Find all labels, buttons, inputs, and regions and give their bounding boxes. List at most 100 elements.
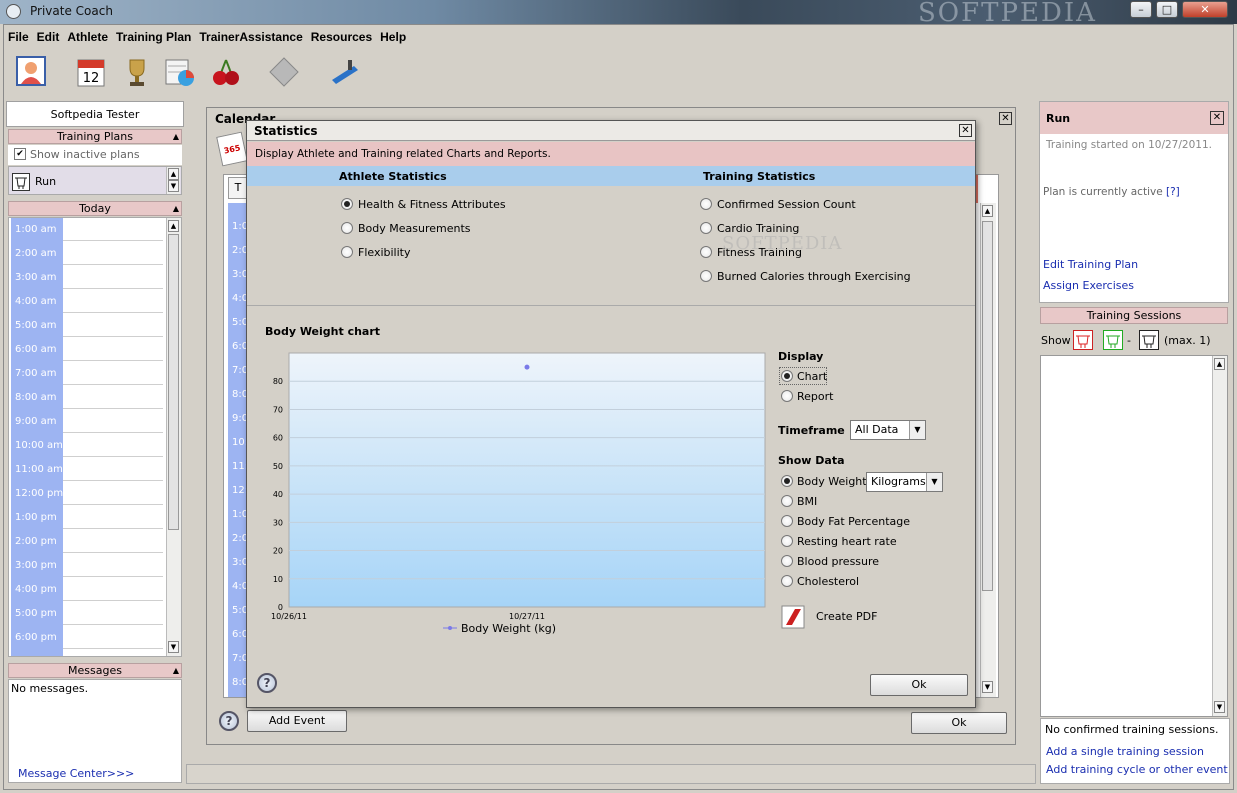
scroll-down-icon[interactable]: ▼ [168, 641, 179, 653]
body-fat-label: Body Fat Percentage [797, 515, 911, 528]
scroll-down-icon[interactable]: ▼ [168, 180, 179, 192]
menu-edit[interactable]: Edit [33, 27, 64, 44]
unit-select[interactable]: Kilograms ▼ [866, 472, 943, 492]
calendar-day: 12 [83, 71, 100, 86]
y-tick-label: 20 [273, 547, 283, 556]
y-tick-label: 50 [273, 462, 283, 471]
y-tick-label: 0 [278, 603, 283, 612]
burned-calories-label: Burned Calories through Exercising [717, 270, 911, 283]
plan-active-help-link[interactable]: [?] [1166, 186, 1180, 198]
body-weight-radio[interactable] [781, 475, 793, 487]
calendar-close-icon[interactable]: ✕ [999, 112, 1012, 125]
green-cart-icon[interactable] [1103, 330, 1123, 350]
flexibility-radio[interactable] [341, 246, 353, 258]
scroll-thumb[interactable] [982, 221, 993, 591]
time-label: 1:00 pm [15, 512, 57, 523]
red-cart-icon[interactable] [1073, 330, 1093, 350]
chevron-up-icon[interactable]: ▲ [173, 130, 179, 144]
menu-help[interactable]: Help [376, 27, 410, 44]
status-bar [186, 764, 1036, 784]
diamond-icon[interactable] [268, 56, 300, 88]
create-pdf-label[interactable]: Create PDF [816, 610, 877, 623]
add-event-button[interactable]: Add Event [247, 710, 347, 732]
menu-training-plan[interactable]: Training Plan [112, 27, 195, 44]
body-fat-radio[interactable] [781, 515, 793, 527]
burned-calories-radio[interactable] [700, 270, 712, 282]
scroll-up-icon[interactable]: ▲ [168, 168, 179, 180]
menu-trainer-assistance[interactable]: TrainerAssistance [195, 27, 306, 44]
timeframe-select[interactable]: All Data ▼ [850, 420, 926, 440]
calendar-tab[interactable]: T [228, 177, 248, 199]
blood-pressure-radio[interactable] [781, 555, 793, 567]
treadmill-icon[interactable] [328, 56, 360, 88]
health-fitness-radio[interactable] [341, 198, 353, 210]
statistics-dialog: Statistics ✕ Display Athlete and Trainin… [246, 120, 976, 708]
calendar-ok-button[interactable]: Ok [911, 712, 1007, 734]
cholesterol-radio[interactable] [781, 575, 793, 587]
assign-exercises-link[interactable]: Assign Exercises [1043, 279, 1134, 292]
report-radio[interactable] [781, 390, 793, 402]
calendar-icon[interactable]: 12 [76, 56, 108, 88]
scroll-down-icon[interactable]: ▼ [982, 681, 993, 693]
plan-close-icon[interactable]: ✕ [1210, 111, 1224, 125]
report-label: Report [797, 390, 834, 403]
black-cart-icon[interactable] [1139, 330, 1159, 350]
time-label: 10:00 am [15, 440, 63, 451]
y-tick-label: 40 [273, 490, 283, 499]
maximize-button[interactable]: □ [1156, 1, 1178, 18]
scroll-up-icon[interactable]: ▲ [1214, 358, 1225, 370]
show-inactive-checkbox[interactable]: ✔ [14, 148, 26, 160]
calendar-help-icon[interactable]: ? [219, 711, 239, 731]
sessions-list[interactable]: ▲ ▼ [1040, 355, 1228, 717]
add-training-cycle-link[interactable]: Add training cycle or other event [1046, 763, 1228, 776]
fitness-training-radio[interactable] [700, 246, 712, 258]
chevron-down-icon[interactable]: ▼ [909, 421, 925, 439]
athlete-icon[interactable] [16, 56, 48, 88]
menu-athlete[interactable]: Athlete [63, 27, 112, 44]
body-measurements-radio[interactable] [341, 222, 353, 234]
cardio-training-radio[interactable] [700, 222, 712, 234]
cholesterol-label: Cholesterol [797, 575, 860, 588]
add-single-session-link[interactable]: Add a single training session [1046, 745, 1204, 758]
scroll-up-icon[interactable]: ▲ [982, 205, 993, 217]
x-tick-label: 10/26/11 [271, 612, 307, 621]
training-plans-header[interactable]: Training Plans ▲ [8, 129, 182, 144]
dialog-help-icon[interactable]: ? [257, 673, 277, 693]
cherries-icon[interactable] [210, 56, 242, 88]
menu-file[interactable]: File [4, 27, 33, 44]
resting-hr-radio[interactable] [781, 535, 793, 547]
time-label: 1:00 am [15, 224, 57, 235]
athlete-name-box[interactable]: Softpedia Tester [6, 101, 184, 127]
bmi-radio[interactable] [781, 495, 793, 507]
statistics-icon[interactable] [164, 56, 196, 88]
chevron-up-icon[interactable]: ▲ [173, 202, 179, 216]
scroll-up-icon[interactable]: ▲ [168, 220, 179, 232]
chevron-up-icon[interactable]: ▲ [173, 664, 179, 678]
time-label: 12:00 pm [15, 488, 64, 499]
close-button[interactable]: ✕ [1182, 1, 1228, 18]
pdf-icon[interactable] [781, 605, 807, 629]
hour-line [63, 432, 163, 433]
edit-training-plan-link[interactable]: Edit Training Plan [1043, 258, 1138, 271]
no-sessions-text: No confirmed training sessions. [1045, 723, 1219, 736]
statistics-close-icon[interactable]: ✕ [959, 124, 972, 137]
chart-radio[interactable] [781, 370, 793, 382]
y-tick-label: 60 [273, 434, 283, 443]
statistics-subtitle-bar: Display Athlete and Training related Cha… [247, 142, 975, 166]
plan-list-item[interactable]: Run ▲ ▼ [8, 166, 182, 195]
scroll-thumb[interactable] [168, 234, 179, 530]
minimize-button[interactable]: – [1130, 1, 1152, 18]
messages-title: Messages [68, 664, 122, 677]
show-inactive-row[interactable]: ✔ Show inactive plans [8, 145, 182, 165]
menu-resources[interactable]: Resources [307, 27, 376, 44]
dialog-ok-button[interactable]: Ok [870, 674, 968, 696]
confirmed-session-radio[interactable] [700, 198, 712, 210]
messages-header[interactable]: Messages ▲ [8, 663, 182, 678]
scroll-down-icon[interactable]: ▼ [1214, 701, 1225, 713]
chevron-down-icon[interactable]: ▼ [926, 473, 942, 491]
trophy-icon[interactable] [122, 56, 154, 88]
today-header[interactable]: Today ▲ [8, 201, 182, 216]
today-schedule[interactable]: ▲ ▼ 1:00 am 2:00 am 3:00 am 4:00 am 5:00 am 6:… [8, 217, 182, 657]
message-center-link[interactable]: Message Center>>> [18, 767, 134, 780]
title-bar: Private Coach SOFTPEDIA – □ ✕ [0, 0, 1237, 28]
